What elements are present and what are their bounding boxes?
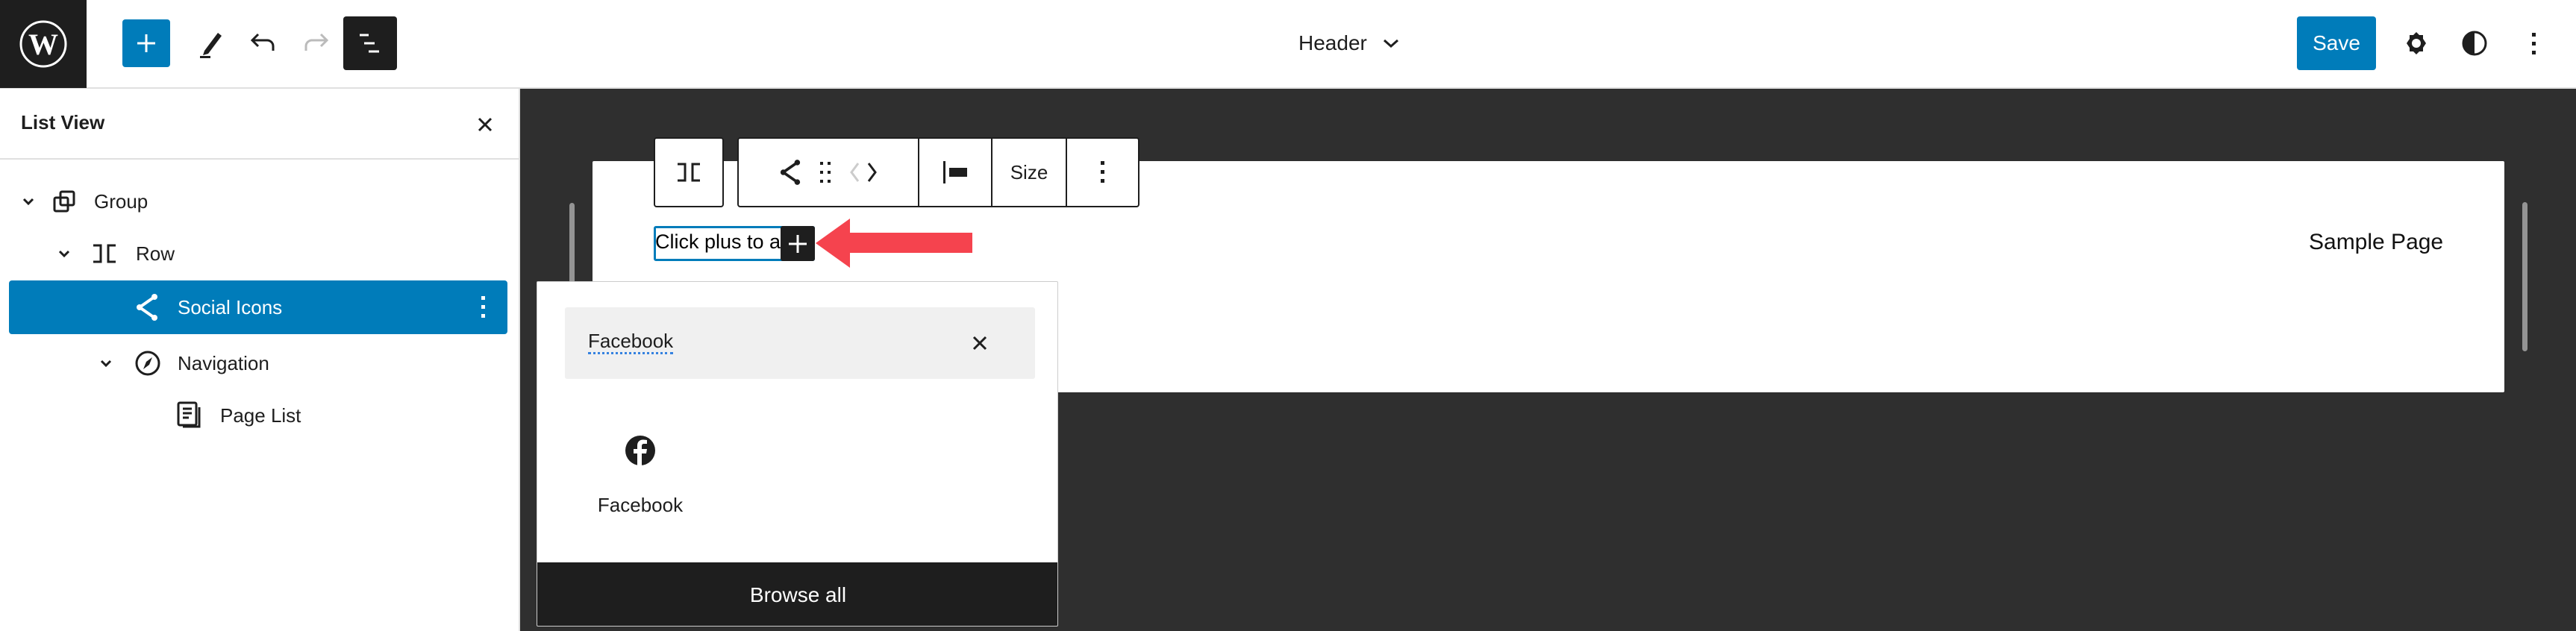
styles-button[interactable] [2451,19,2498,67]
move-right-button[interactable] [867,162,878,183]
close-list-view-button[interactable] [467,107,503,142]
share-icon [780,160,801,185]
close-icon [478,117,493,132]
share-icon [132,292,162,322]
block-mover-group [739,139,919,206]
list-view-icon [360,34,379,53]
annotation-arrow-icon [816,219,972,268]
drag-handle[interactable] [819,161,831,183]
settings-button[interactable] [2392,19,2440,67]
chevron-down-icon[interactable] [55,245,73,263]
list-view-header: List View [0,89,519,160]
block-result-facebook[interactable]: Facebook [573,416,707,521]
row-icon [678,163,700,182]
gear-icon [2407,32,2426,54]
list-item-label: Navigation [178,351,269,374]
list-item-row[interactable]: Row [9,227,507,280]
nav-link-sample-page[interactable]: Sample Page [2309,230,2443,255]
clear-search-button[interactable] [962,325,998,361]
browse-all-button[interactable]: Browse all [537,562,1057,626]
list-view-sidebar: List View Group Row Social Icons Navigat… [0,89,520,631]
more-vertical-icon [1100,161,1104,183]
pencil-icon [200,33,222,58]
quick-inserter-popover: Facebook Facebook Browse all [537,281,1058,627]
justification-button[interactable] [919,139,992,206]
list-item-social-icons[interactable]: Social Icons [9,280,507,334]
block-search-input[interactable]: Facebook [565,307,1035,379]
list-item-label: Social Icons [178,295,283,318]
block-options-button[interactable] [475,292,493,322]
justify-left-icon [943,161,967,183]
chevron-down-icon[interactable] [97,354,115,372]
chevron-left-icon [850,163,860,182]
plus-icon [137,34,155,52]
facebook-icon [625,436,655,465]
list-item-page-list[interactable]: Page List [9,389,507,442]
svg-text:W: W [28,28,58,61]
chevron-down-icon [1383,39,1398,48]
plus-icon [789,234,807,253]
list-item-navigation[interactable]: Navigation [9,336,507,390]
save-button[interactable]: Save [2297,16,2376,70]
undo-button[interactable] [239,19,287,67]
block-type-button[interactable] [779,159,801,186]
select-parent-row-button[interactable] [654,137,724,207]
navigation-compass-icon [133,348,163,378]
tools-button[interactable] [187,19,234,67]
close-icon [972,336,987,351]
more-vertical-icon [2532,33,2536,54]
contrast-icon [2462,31,2487,56]
options-button[interactable] [2510,19,2558,67]
group-icon [49,186,79,216]
list-view-button[interactable] [343,16,397,70]
list-item-label: Group [94,189,149,213]
size-button[interactable]: Size [992,139,1067,206]
redo-button[interactable] [293,19,340,67]
wordpress-icon: W [19,20,67,68]
canvas-scrollbar-right[interactable] [2522,202,2527,351]
move-left-button[interactable] [849,162,860,183]
wordpress-logo-button[interactable]: W [0,0,87,88]
chevron-down-icon[interactable] [19,192,37,210]
canvas-scrollbar-left[interactable] [569,203,575,285]
add-social-icon-button[interactable] [781,226,815,261]
list-item-label: Page List [220,404,301,427]
list-view-title: List View [21,111,105,134]
chevron-right-icon [867,163,877,182]
size-label: Size [1010,160,1048,183]
redo-icon [304,33,329,51]
block-toolbar: Size [737,137,1139,207]
search-value[interactable]: Facebook [588,330,674,354]
document-title-dropdown[interactable]: Header [1298,22,1400,64]
block-result-label: Facebook [597,494,684,516]
social-icons-placeholder: Click plus to a [655,230,781,253]
drag-handle-icon [820,162,831,183]
list-item-label: Row [136,242,175,265]
row-icon [90,239,119,269]
page-list-icon [175,401,204,430]
add-block-button[interactable] [122,19,170,67]
undo-icon [250,33,275,51]
block-options-button[interactable] [1067,139,1138,206]
editor-header: W Header Save [0,0,2576,89]
list-item-group[interactable]: Group [9,175,507,228]
document-title: Header [1298,31,1367,54]
more-vertical-icon [481,296,485,318]
